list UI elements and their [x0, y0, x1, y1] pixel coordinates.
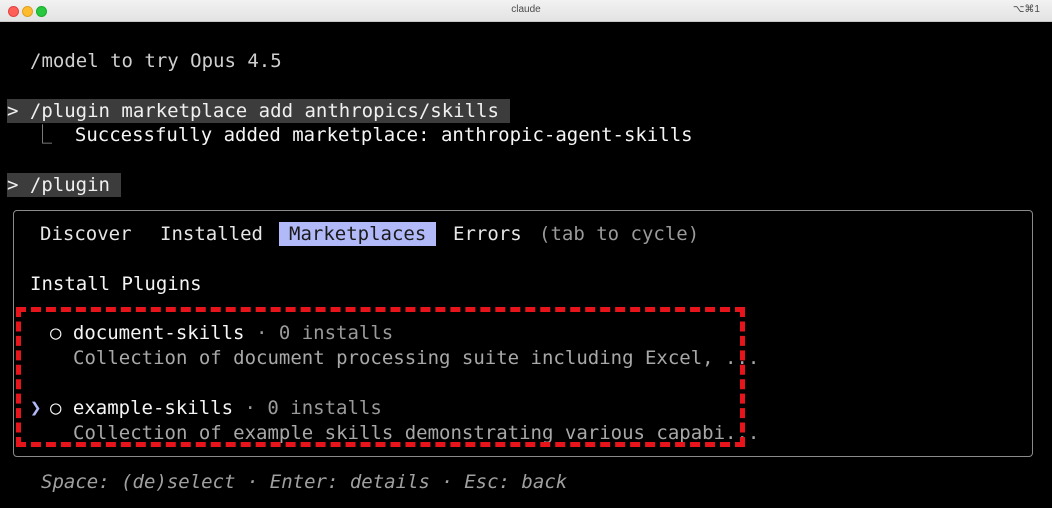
- window-shortcut: ⌥⌘1: [1012, 4, 1040, 15]
- annotation-highlight-box: [16, 307, 745, 447]
- tab-marketplaces[interactable]: Marketplaces: [279, 222, 437, 246]
- tab-discover[interactable]: Discover: [40, 222, 132, 246]
- prompt-symbol: >: [7, 174, 19, 196]
- window-title: claude: [511, 4, 541, 15]
- tab-cycle-hint: (tab to cycle): [539, 223, 700, 245]
- result-branch-glyph: ⎿: [33, 124, 53, 146]
- tab-installed[interactable]: Installed: [160, 222, 263, 246]
- tab-errors[interactable]: Errors: [453, 222, 522, 246]
- command-text: /plugin marketplace add anthropics/skill…: [29, 100, 499, 122]
- window-titlebar: claude ⌥⌘1: [0, 0, 1052, 22]
- keyboard-hint-footer: Space: (de)select · Enter: details · Esc…: [41, 471, 568, 493]
- prompt-symbol: >: [7, 100, 19, 122]
- command-text: /plugin: [29, 174, 110, 196]
- command-line-2: > /plugin: [7, 173, 122, 197]
- section-title: Install Plugins: [30, 273, 202, 295]
- command-line-1: > /plugin marketplace add anthropics/ski…: [7, 99, 511, 123]
- command-result-1: ⎿ Successfully added marketplace: anthro…: [33, 123, 693, 147]
- model-hint-line: /model to try Opus 4.5: [30, 50, 282, 72]
- result-text: Successfully added marketplace: anthropi…: [74, 124, 693, 146]
